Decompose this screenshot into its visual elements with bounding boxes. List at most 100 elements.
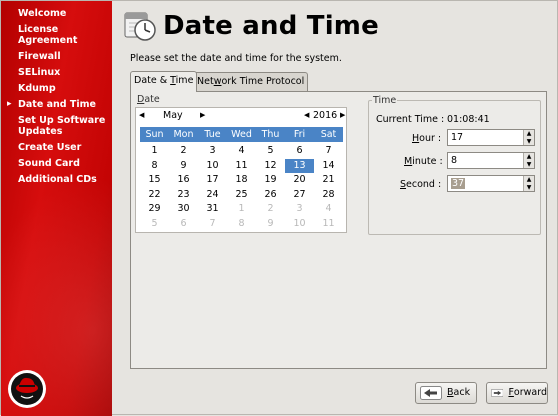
- sidebar-item-firewall[interactable]: Firewall: [18, 51, 108, 62]
- label-mnemonic: M: [404, 156, 413, 167]
- calendar-day[interactable]: 27: [285, 188, 314, 203]
- calendar-day[interactable]: 9: [169, 159, 198, 174]
- calendar-day[interactable]: 10: [285, 217, 314, 232]
- weekday-label: Sun: [145, 129, 164, 140]
- calendar-week-row: 29 30 31 1 2 3 4: [140, 202, 343, 217]
- calendar-day[interactable]: 1: [227, 202, 256, 217]
- second-spinbox[interactable]: 37 ▲ ▼: [447, 175, 535, 192]
- prev-month-arrow-icon[interactable]: ◀: [139, 111, 144, 119]
- calendar-day[interactable]: 7: [198, 217, 227, 232]
- calendar-day[interactable]: 8: [227, 217, 256, 232]
- calendar-day[interactable]: 5: [256, 144, 285, 159]
- second-spin-buttons: ▲ ▼: [523, 176, 534, 191]
- sidebar-item-sound-card[interactable]: Sound Card: [18, 158, 108, 169]
- calendar-month: May: [163, 110, 183, 121]
- tab-label-part: ime: [175, 75, 194, 86]
- calendar-day[interactable]: 12: [256, 159, 285, 174]
- calendar-day[interactable]: 31: [198, 202, 227, 217]
- calendar-day[interactable]: 10: [198, 159, 227, 174]
- next-month-arrow-icon[interactable]: ▶: [200, 111, 205, 119]
- calendar-day[interactable]: 25: [227, 188, 256, 203]
- tab-label-part: Date &: [134, 75, 171, 86]
- calendar-day[interactable]: 4: [227, 144, 256, 159]
- clock-calendar-icon: [124, 12, 156, 41]
- calendar-day[interactable]: 6: [285, 144, 314, 159]
- calendar-day[interactable]: 20: [285, 173, 314, 188]
- label-part: econd :: [406, 179, 442, 190]
- current-step-marker: ▸: [7, 99, 12, 109]
- calendar-day[interactable]: 14: [314, 159, 343, 174]
- prev-year-arrow-icon[interactable]: ◀: [304, 111, 309, 119]
- minute-spinbox[interactable]: 8 ▲ ▼: [447, 152, 535, 169]
- second-value[interactable]: 37: [451, 178, 466, 189]
- spin-up-arrow-icon[interactable]: ▲: [524, 176, 534, 184]
- spin-up-arrow-icon[interactable]: ▲: [524, 153, 534, 161]
- calendar-day[interactable]: 15: [140, 173, 169, 188]
- minute-value[interactable]: 8: [451, 155, 457, 166]
- hour-spin-buttons: ▲ ▼: [523, 130, 534, 145]
- date-group-label: Date: [136, 94, 161, 105]
- calendar-year: 2016: [313, 110, 338, 121]
- back-button[interactable]: Back: [415, 382, 477, 404]
- calendar-day[interactable]: 17: [198, 173, 227, 188]
- hour-value[interactable]: 17: [451, 132, 463, 143]
- redhat-logo: [8, 370, 46, 408]
- calendar-day[interactable]: 18: [227, 173, 256, 188]
- calendar-day[interactable]: 29: [140, 202, 169, 217]
- calendar-day[interactable]: 30: [169, 202, 198, 217]
- calendar-weekday-header: Sun Mon Tue Wed Thu Fri Sat: [140, 127, 343, 142]
- calendar-day-selected[interactable]: 13: [285, 158, 314, 174]
- tab-label-part: ork Time Protocol: [221, 76, 305, 87]
- calendar-day[interactable]: 28: [314, 188, 343, 203]
- calendar-day[interactable]: 11: [227, 159, 256, 174]
- spin-down-arrow-icon[interactable]: ▼: [524, 138, 534, 146]
- hour-label: Hour :: [412, 133, 441, 144]
- label-part: our :: [419, 133, 442, 144]
- sidebar-item-selinux[interactable]: SELinux: [18, 67, 108, 78]
- calendar-day[interactable]: 16: [169, 173, 198, 188]
- calendar-day[interactable]: 8: [140, 159, 169, 174]
- calendar-week-row: 15 16 17 18 19 20 21: [140, 173, 343, 188]
- sidebar-item-welcome[interactable]: Welcome: [18, 8, 108, 19]
- hour-spinbox[interactable]: 17 ▲ ▼: [447, 129, 535, 146]
- tab-network-time-protocol[interactable]: Network Time Protocol: [193, 72, 309, 91]
- sidebar-item-date-and-time[interactable]: Date and Time: [18, 99, 108, 110]
- calendar-day[interactable]: 5: [140, 217, 169, 232]
- calendar-day[interactable]: 2: [169, 144, 198, 159]
- sidebar-item-license-agreement[interactable]: License Agreement: [18, 24, 108, 46]
- calendar-day[interactable]: 1: [140, 144, 169, 159]
- spin-up-arrow-icon[interactable]: ▲: [524, 130, 534, 138]
- calendar-day[interactable]: 6: [169, 217, 198, 232]
- sidebar-item-create-user[interactable]: Create User: [18, 142, 108, 153]
- weekday-label: Tue: [204, 129, 221, 140]
- sidebar-item-kdump[interactable]: Kdump: [18, 83, 108, 94]
- time-group-label: Time: [372, 95, 398, 106]
- calendar-day[interactable]: 19: [256, 173, 285, 188]
- tab-date-and-time[interactable]: Date & Time: [130, 71, 198, 92]
- forward-button[interactable]: Forward: [486, 382, 548, 404]
- calendar-day[interactable]: 11: [314, 217, 343, 232]
- calendar-day[interactable]: 7: [314, 144, 343, 159]
- calendar[interactable]: ◀ May ▶ ◀ 2016 ▶ Sun Mon Tue Wed Thu Fri…: [135, 107, 347, 233]
- current-time-label: Current Time :: [376, 114, 445, 125]
- current-time-value: 01:08:41: [447, 114, 490, 125]
- calendar-day[interactable]: 9: [256, 217, 285, 232]
- calendar-day[interactable]: 23: [169, 188, 198, 203]
- sidebar-item-software-updates[interactable]: Set Up Software Updates: [18, 115, 108, 137]
- calendar-day[interactable]: 2: [256, 202, 285, 217]
- calendar-day[interactable]: 3: [285, 202, 314, 217]
- calendar-day[interactable]: 4: [314, 202, 343, 217]
- calendar-day[interactable]: 22: [140, 188, 169, 203]
- calendar-day-grid: 1 2 3 4 5 6 7 8 9 10 11 12 13 14 15 16 17 18 19 20 21 22 23 24 2…: [140, 144, 343, 232]
- calendar-day[interactable]: 3: [198, 144, 227, 159]
- calendar-day[interactable]: 24: [198, 188, 227, 203]
- spin-down-arrow-icon[interactable]: ▼: [524, 184, 534, 192]
- sidebar: ▸ Welcome License Agreement Firewall SEL…: [1, 1, 112, 416]
- sidebar-item-additional-cds[interactable]: Additional CDs: [18, 174, 108, 185]
- spin-down-arrow-icon[interactable]: ▼: [524, 161, 534, 169]
- calendar-day[interactable]: 21: [314, 173, 343, 188]
- page-title: Date and Time: [163, 11, 379, 41]
- calendar-week-row: 5 6 7 8 9 10 11: [140, 217, 343, 232]
- next-year-arrow-icon[interactable]: ▶: [340, 111, 345, 119]
- calendar-day[interactable]: 26: [256, 188, 285, 203]
